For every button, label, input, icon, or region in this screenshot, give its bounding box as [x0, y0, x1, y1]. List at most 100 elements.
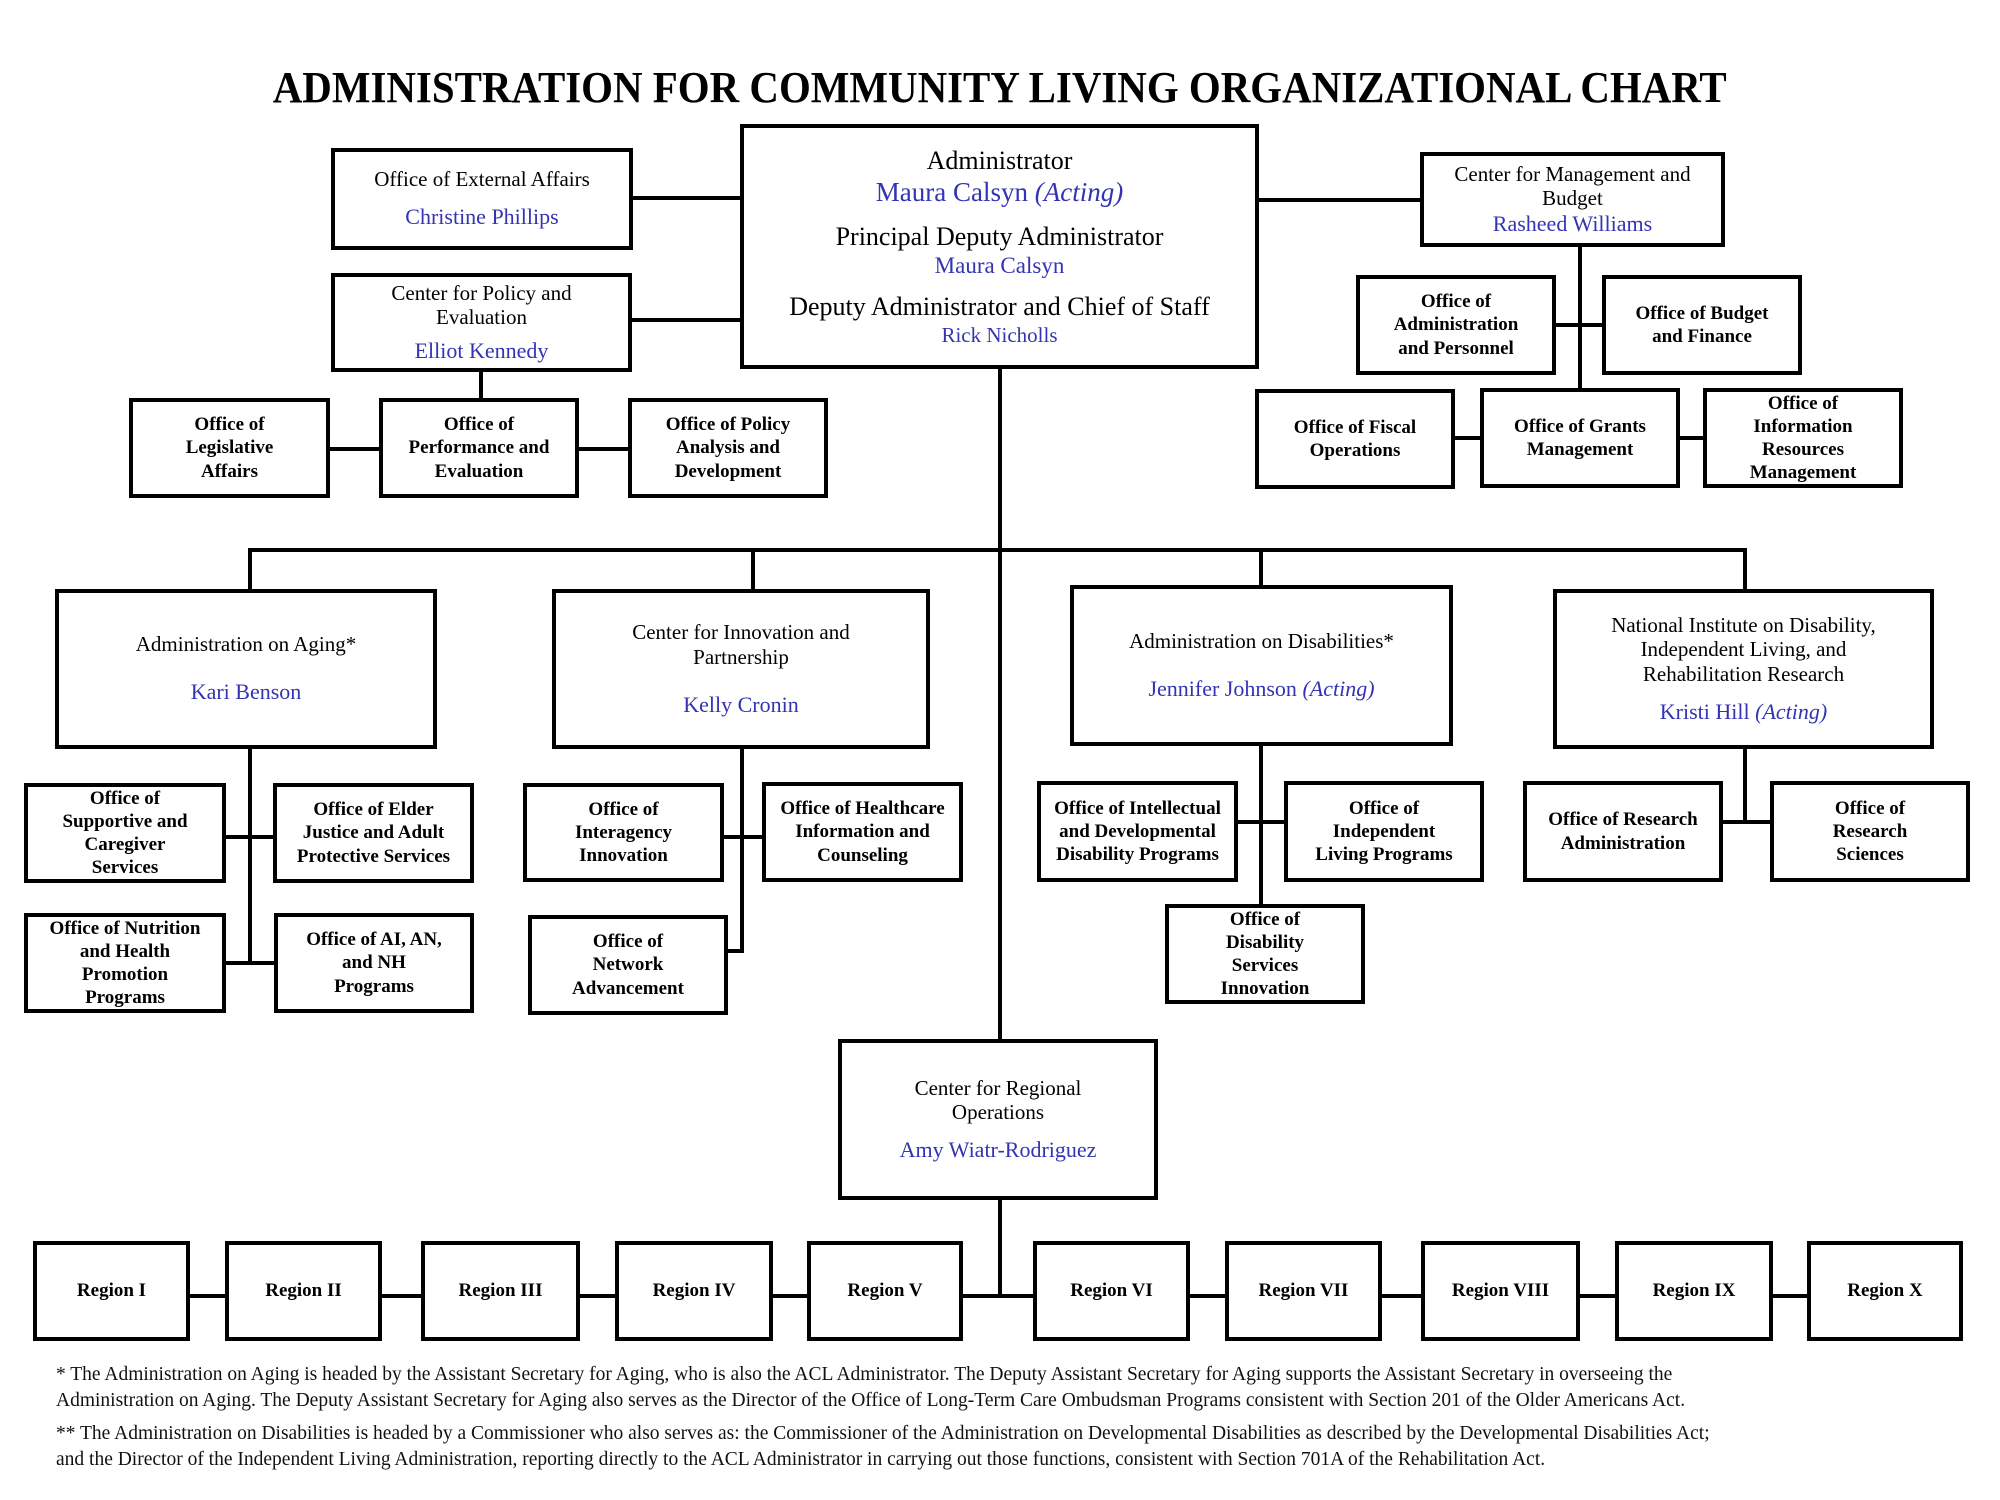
office-head: Elliot Kennedy: [414, 338, 549, 364]
office-title: Office of Elder Justice and Adult Protec…: [296, 799, 451, 867]
regional-operations-box: Center for Regional Operations Amy Wiatr…: [838, 1039, 1158, 1200]
region-label: Region X: [1847, 1279, 1923, 1301]
person-name: Maura Calsyn: [875, 177, 1028, 208]
office-box: Office of Disability Services Innovation: [1165, 904, 1365, 1004]
office-title: Office of Research Administration: [1548, 809, 1698, 854]
region-label: Region VI: [1070, 1279, 1153, 1301]
office-title: Office of Fiscal Operations: [1293, 416, 1417, 461]
aging-center-box: Administration on Aging* Kari Benson: [55, 589, 437, 749]
region-label: Region IV: [652, 1279, 736, 1301]
center-head: Kelly Cronin: [683, 691, 799, 717]
office-title: Office of Grants Management: [1514, 415, 1646, 460]
region-box: Region VI: [1033, 1241, 1190, 1341]
page-title-text: ADMINISTRATION FOR COMMUNITY LIVING ORGA…: [273, 63, 1727, 112]
office-box: Office of Fiscal Operations: [1255, 389, 1455, 489]
office-box: Office of Information Resources Manageme…: [1703, 388, 1903, 488]
office-title: Office of Healthcare Information and Cou…: [780, 798, 945, 866]
office-box: Office of Research Sciences: [1770, 781, 1970, 882]
region-box: Region III: [421, 1241, 580, 1341]
page-title: ADMINISTRATION FOR COMMUNITY LIVING ORGA…: [0, 62, 2000, 113]
office-box: Office of Administration and Personnel: [1356, 275, 1556, 375]
office-title: Office of Independent Living Programs: [1315, 797, 1453, 866]
region-box: Region I: [33, 1241, 190, 1341]
footnote-aging: * The Administration on Aging is headed …: [56, 1362, 1956, 1414]
office-box: Office of Healthcare Information and Cou…: [762, 782, 963, 882]
center-head: Amy Wiatr-Rodriguez: [899, 1137, 1097, 1163]
office-title: Office of Performance and Evaluation: [408, 414, 550, 482]
management-budget-box: Center for Management and Budget Rasheed…: [1420, 152, 1725, 247]
administrator-box: Administrator Maura Calsyn (Acting) Prin…: [740, 124, 1259, 369]
region-box: Region X: [1807, 1241, 1963, 1341]
acting-qualifier: (Acting): [1034, 177, 1124, 208]
role-name: Rick Nicholls: [941, 322, 1058, 347]
region-box: Region V: [807, 1241, 963, 1341]
region-box: Region VIII: [1421, 1241, 1580, 1341]
innovation-center-box: Center for Innovation and Partnership Ke…: [552, 589, 930, 749]
office-head: Christine Phillips: [405, 204, 559, 230]
office-box: Office of Nutrition and Health Promotion…: [24, 913, 226, 1013]
region-label: Region VII: [1258, 1279, 1349, 1301]
region-box: Region II: [225, 1241, 382, 1341]
office-title: Office of Administration and Personnel: [1393, 291, 1519, 359]
region-box: Region IV: [615, 1241, 773, 1341]
office-box: Office of Budget and Finance: [1602, 275, 1802, 375]
footnote-line: * The Administration on Aging is headed …: [56, 1364, 1673, 1385]
person-name: Kristi Hill: [1659, 698, 1750, 724]
policy-evaluation-box: Center for Policy and Evaluation Elliot …: [331, 273, 632, 372]
center-title: Administration on Disabilities*: [1129, 628, 1394, 653]
office-box: Office of AI, AN, and NH Programs: [274, 913, 474, 1013]
office-box: Office of Independent Living Programs: [1284, 781, 1484, 882]
nidilrr-center-box: National Institute on Disability, Indepe…: [1553, 589, 1934, 749]
office-title: Office of Intellectual and Developmental…: [1054, 797, 1221, 866]
person-name: Jennifer Johnson: [1148, 675, 1297, 701]
center-title: National Institute on Disability, Indepe…: [1611, 612, 1876, 687]
role-title: Principal Deputy Administrator: [835, 221, 1164, 251]
office-title: Office of Research Sciences: [1832, 797, 1908, 866]
acting-qualifier: (Acting): [1755, 698, 1828, 724]
center-head: Kari Benson: [190, 679, 302, 705]
role-name: Maura Calsyn (Acting): [876, 176, 1123, 208]
region-label: Region V: [847, 1279, 923, 1301]
center-title: Administration on Aging*: [135, 632, 357, 657]
office-box: Office of Policy Analysis and Developmen…: [628, 398, 828, 498]
office-box: Office of Elder Justice and Adult Protec…: [273, 783, 474, 883]
role-name: Maura Calsyn: [934, 252, 1065, 278]
role-title: Administrator: [926, 146, 1073, 176]
role-title: Deputy Administrator and Chief of Staff: [789, 292, 1210, 322]
region-box: Region VII: [1225, 1241, 1382, 1341]
office-title: Office of Interagency Innovation: [574, 798, 673, 867]
region-label: Region IX: [1652, 1279, 1736, 1301]
disabilities-center-box: Administration on Disabilities* Jennifer…: [1070, 585, 1453, 746]
office-title: Center for Management and Budget: [1454, 161, 1691, 211]
office-box: Office of Interagency Innovation: [523, 783, 724, 882]
office-title: Office of Disability Services Innovation: [1220, 908, 1310, 1000]
acting-qualifier: (Acting): [1302, 675, 1375, 701]
office-title: Office of Legislative Affairs: [185, 414, 274, 482]
center-title: Center for Innovation and Partnership: [632, 620, 850, 669]
office-title: Office of AI, AN, and NH Programs: [306, 929, 442, 997]
office-title: Office of External Affairs: [374, 167, 590, 192]
office-title: Office of Nutrition and Health Promotion…: [49, 917, 201, 1009]
region-label: Region III: [458, 1279, 543, 1301]
office-title: Office of Information Resources Manageme…: [1749, 392, 1857, 484]
footnote-line: ** The Administration on Disabilities is…: [56, 1423, 1710, 1444]
footnote-line: and the Director of the Independent Livi…: [56, 1449, 1546, 1470]
office-box: Office of Grants Management: [1480, 388, 1680, 488]
external-affairs-box: Office of External Affairs Christine Phi…: [331, 148, 633, 250]
center-head: Kristi Hill (Acting): [1660, 699, 1827, 725]
office-box: Office of Supportive and Caregiver Servi…: [24, 783, 226, 883]
office-box: Office of Legislative Affairs: [129, 398, 330, 498]
office-title: Office of Supportive and Caregiver Servi…: [62, 787, 188, 879]
region-box: Region IX: [1615, 1241, 1773, 1341]
footnote-line: Administration on Aging. The Deputy Assi…: [56, 1390, 1686, 1411]
center-title: Center for Regional Operations: [914, 1075, 1082, 1125]
office-title: Office of Budget and Finance: [1635, 302, 1769, 347]
region-label: Region VIII: [1451, 1279, 1550, 1301]
region-label: Region I: [76, 1279, 147, 1301]
footnote-disabilities: ** The Administration on Disabilities is…: [56, 1421, 1956, 1473]
office-box: Office of Research Administration: [1523, 781, 1723, 882]
region-label: Region II: [265, 1279, 342, 1301]
office-box: Office of Intellectual and Developmental…: [1037, 781, 1238, 882]
center-head: Jennifer Johnson (Acting): [1148, 676, 1374, 702]
office-title: Office of Network Advancement: [572, 931, 684, 999]
